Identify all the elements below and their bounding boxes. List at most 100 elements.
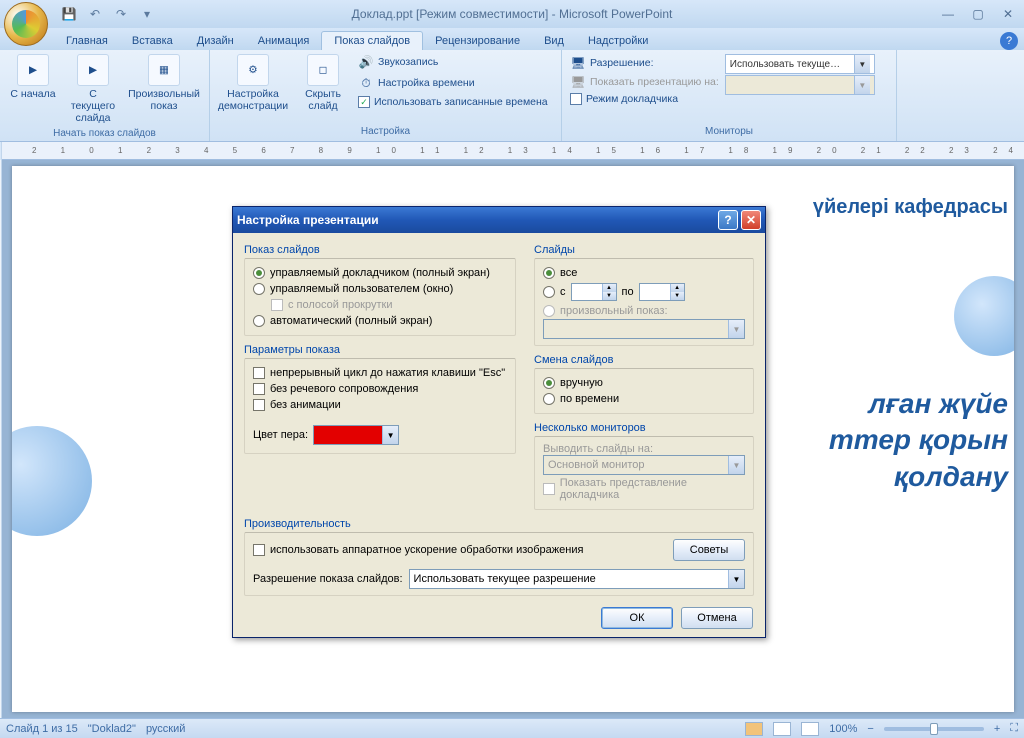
play-from-start-icon: ▶ [17, 54, 49, 86]
chevron-down-icon-4: ▼ [728, 320, 744, 338]
horizontal-ruler: 2 1 0 1 2 3 4 5 6 7 8 9 10 11 12 13 14 1… [2, 142, 1024, 160]
pen-color-label: Цвет пера: [253, 429, 308, 441]
radio-icon [253, 283, 265, 295]
help-icon[interactable]: ? [1000, 32, 1018, 50]
tab-home[interactable]: Главная [54, 32, 120, 50]
qat-customize-icon[interactable]: ▾ [136, 3, 158, 25]
presenter-view-label: Режим докладчика [586, 93, 678, 105]
theme-name: "Doklad2" [88, 723, 136, 735]
slide-heading: үйелері кафедрасы [813, 196, 1008, 219]
clock-icon: ⏱ [358, 75, 374, 91]
radio-icon-2 [253, 315, 265, 327]
from-current-button[interactable]: ▶С текущего слайда [64, 52, 122, 126]
title-bar: 💾 ↶ ↷ ▾ Доклад.ppt [Режим совместимости]… [0, 0, 1024, 28]
custom-show-combo: ▼ [543, 319, 745, 339]
tab-view[interactable]: Вид [532, 32, 576, 50]
radio-all-slides[interactable]: все [543, 265, 745, 281]
dialog-help-button[interactable]: ? [718, 210, 738, 230]
check-no-animation[interactable]: без анимации [253, 397, 507, 413]
office-button[interactable] [4, 2, 48, 46]
radio-manually[interactable]: вручную [543, 375, 745, 391]
radio-browsed-individual[interactable]: управляемый пользователем (окно) [253, 281, 507, 297]
radio-using-timings[interactable]: по времени [543, 391, 745, 407]
hide-slide-button[interactable]: ◻Скрыть слайд [294, 52, 352, 114]
radio-icon-4 [543, 305, 555, 317]
rehearse-timings-button[interactable]: ⏱Настройка времени [354, 73, 552, 93]
cancel-button[interactable]: Отмена [681, 607, 753, 629]
show-on-label: Показать презентацию на: [590, 76, 719, 88]
custom-show-button[interactable]: ▦Произвольный показ [124, 52, 204, 114]
slide-resolution-combo[interactable]: Использовать текущее разрешение▼ [409, 569, 745, 589]
redo-icon[interactable]: ↷ [110, 3, 132, 25]
radio-icon-5 [543, 393, 555, 405]
tips-button[interactable]: Советы [673, 539, 745, 561]
group-title-setup: Настройка [214, 124, 557, 139]
slide-resolution-label: Разрешение показа слайдов: [253, 573, 403, 585]
chevron-down-icon-6: ▼ [728, 570, 744, 588]
slide-indicator: Слайд 1 из 15 [6, 723, 78, 735]
resolution-combo[interactable]: Использовать текуще…▼ [725, 54, 875, 74]
normal-view-button[interactable] [745, 722, 763, 736]
mic-icon: 🔊 [358, 54, 374, 70]
setup-icon: ⚙ [237, 54, 269, 86]
dialog-close-button[interactable]: ✕ [741, 210, 761, 230]
display-combo: Основной монитор▼ [543, 455, 745, 475]
from-spinner[interactable]: ▲▼ [571, 283, 617, 301]
close-button[interactable]: ✕ [996, 5, 1020, 23]
decorative-circle [12, 426, 92, 536]
radio-selected-icon-3 [543, 377, 555, 389]
checkbox-icon-6 [253, 544, 265, 556]
sorter-view-button[interactable] [773, 722, 791, 736]
checkbox-icon-5 [543, 483, 555, 495]
check-hw-accel[interactable]: использовать аппаратное ускорение обрабо… [253, 542, 673, 558]
chevron-down-icon: ▼ [854, 55, 870, 73]
tab-animation[interactable]: Анимация [246, 32, 322, 50]
save-icon[interactable]: 💾 [58, 3, 80, 25]
ok-button[interactable]: ОК [601, 607, 673, 629]
radio-from-to[interactable]: с ▲▼ по ▲▼ [543, 281, 745, 303]
from-beginning-button[interactable]: ▶С начала [4, 52, 62, 102]
show-type-label: Показ слайдов [244, 242, 516, 258]
chevron-down-icon-3: ▼ [382, 426, 398, 444]
tab-insert[interactable]: Вставка [120, 32, 185, 50]
check-no-narration[interactable]: без речевого сопровождения [253, 381, 507, 397]
dialog-title: Настройка презентации [237, 213, 379, 227]
dialog-title-bar[interactable]: Настройка презентации ? ✕ [233, 207, 765, 233]
chevron-down-icon-2: ▼ [854, 76, 870, 94]
fit-to-window-button[interactable]: ⛶ [1010, 722, 1018, 735]
hide-slide-icon: ◻ [307, 54, 339, 86]
use-timings-check[interactable]: ✓Использовать записанные времена [354, 94, 552, 110]
zoom-slider[interactable] [884, 727, 984, 731]
undo-icon[interactable]: ↶ [84, 3, 106, 25]
maximize-button[interactable]: ▢ [966, 5, 990, 23]
language-indicator[interactable]: русский [146, 723, 185, 735]
window-title: Доклад.ppt [Режим совместимости] - Micro… [352, 7, 673, 21]
zoom-value[interactable]: 100% [829, 723, 857, 735]
radio-presented-speaker[interactable]: управляемый докладчиком (полный экран) [253, 265, 507, 281]
zoom-out-button[interactable]: − [867, 723, 873, 735]
radio-icon-3 [543, 286, 555, 298]
setup-slideshow-button[interactable]: ⚙Настройка демонстрации [214, 52, 292, 114]
checkbox-icon [271, 299, 283, 311]
tab-review[interactable]: Рецензирование [423, 32, 532, 50]
slideshow-view-button[interactable] [801, 722, 819, 736]
custom-show-icon: ▦ [148, 54, 180, 86]
radio-kiosk[interactable]: автоматический (полный экран) [253, 313, 507, 329]
multiple-monitors-label: Несколько мониторов [534, 420, 754, 436]
status-bar: Слайд 1 из 15 "Doklad2" русский 100% − +… [0, 718, 1024, 738]
zoom-thumb[interactable] [930, 723, 938, 735]
group-title-start: Начать показ слайдов [4, 126, 205, 141]
tab-design[interactable]: Дизайн [185, 32, 246, 50]
zoom-in-button[interactable]: + [994, 723, 1000, 735]
check-loop[interactable]: непрерывный цикл до нажатия клавиши "Esc… [253, 365, 507, 381]
checked-icon: ✓ [358, 96, 370, 108]
pen-color-combo[interactable]: ▼ [313, 425, 399, 445]
tab-slideshow[interactable]: Показ слайдов [321, 31, 423, 50]
to-spinner[interactable]: ▲▼ [639, 283, 685, 301]
tab-addins[interactable]: Надстройки [576, 32, 660, 50]
show-slides-label: Слайды [534, 242, 754, 258]
unchecked-icon[interactable] [570, 93, 582, 105]
record-audio-button[interactable]: 🔊Звукозапись [354, 52, 552, 72]
advance-slides-label: Смена слайдов [534, 352, 754, 368]
minimize-button[interactable]: — [936, 5, 960, 23]
